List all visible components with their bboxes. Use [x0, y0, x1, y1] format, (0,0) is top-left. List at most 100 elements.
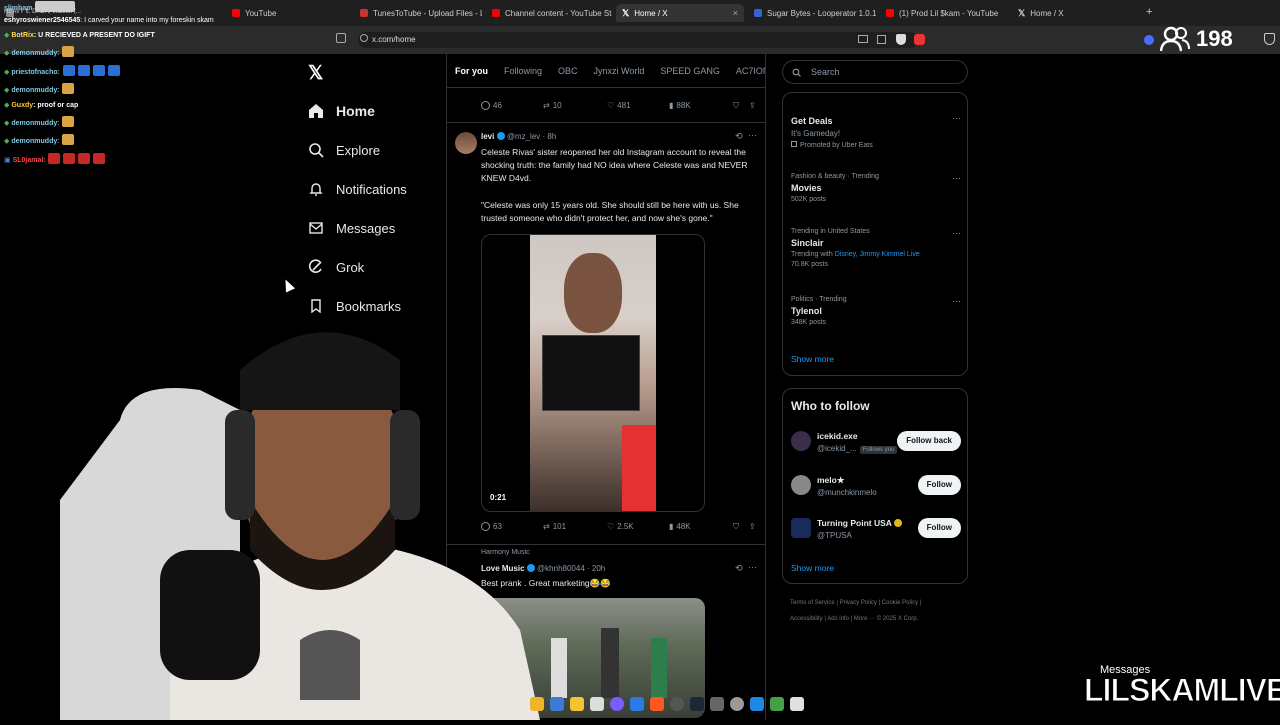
more-icon[interactable]: ··· — [952, 173, 961, 183]
app-icon[interactable] — [590, 697, 604, 711]
app-icon[interactable] — [750, 697, 764, 711]
bookmark-button[interactable]: ⛉ — [733, 522, 739, 532]
tab-label: (1) Prod Lil $kam - YouTube — [899, 8, 999, 18]
tab-jynxzi-world[interactable]: Jynxzi World — [586, 66, 653, 76]
app-icon[interactable] — [710, 697, 724, 711]
trend-item[interactable]: Fashion & beauty · Trending Movies 502K … — [791, 173, 961, 203]
more-icon[interactable]: ··· — [952, 113, 961, 123]
nav-grok[interactable]: Grok — [308, 259, 364, 275]
site-info-icon[interactable] — [360, 34, 368, 42]
follow-suggestion[interactable]: Turning Point USA @TPUSA Follow — [791, 518, 961, 548]
browser-tab[interactable]: TunesToTube - Upload Files - Logge... — [354, 4, 482, 22]
footer-links[interactable]: Accessibility | Ads info | More ··· © 20… — [790, 616, 918, 622]
tab-obc[interactable]: OBC — [550, 66, 586, 76]
share-button[interactable]: ⇪ — [749, 101, 756, 110]
browser-tab[interactable]: (1) Prod Lil $kam - YouTube — [880, 4, 1008, 22]
url-field[interactable]: x.com/home — [358, 32, 918, 48]
show-more-link[interactable]: Show more — [791, 563, 834, 573]
tab-speed-gang[interactable]: SPEED GANG — [652, 66, 728, 76]
app-icon[interactable] — [670, 697, 684, 711]
avatar[interactable] — [455, 132, 477, 154]
profile-icon[interactable] — [1144, 35, 1154, 45]
grok-icon[interactable]: ⟲ — [735, 563, 743, 574]
tab-following[interactable]: Following — [496, 66, 550, 76]
tab-label: Home / X — [634, 8, 668, 18]
app-icon[interactable] — [730, 697, 744, 711]
grok-icon[interactable]: ⟲ — [735, 131, 743, 142]
views-button[interactable]: ▮ 48K — [669, 522, 691, 531]
extension-icon[interactable] — [914, 34, 925, 45]
more-icon[interactable]: ··· — [748, 130, 757, 140]
views-button[interactable]: ▮ 88K — [669, 101, 691, 110]
follow-suggestion[interactable]: melo★ @munchkinmelo Follow — [791, 475, 961, 505]
mouse-cursor-icon — [280, 277, 296, 293]
app-icon[interactable] — [630, 697, 644, 711]
shield-outline-icon[interactable] — [1264, 33, 1275, 45]
trend-item[interactable]: Trending in United States Sinclair Trend… — [791, 228, 961, 268]
nav-messages[interactable]: Messages — [308, 220, 395, 236]
folder-icon[interactable] — [570, 697, 584, 711]
bookmark-icon[interactable] — [336, 33, 346, 43]
footer-links[interactable]: Terms of Service | Privacy Policy | Cook… — [790, 600, 921, 606]
share-icon[interactable] — [877, 35, 886, 44]
grok-icon — [308, 259, 322, 273]
app-icon[interactable] — [550, 697, 564, 711]
youtube-studio-icon — [492, 9, 500, 17]
nav-home[interactable]: Home — [308, 103, 375, 119]
more-icon[interactable]: ··· — [952, 296, 961, 306]
tab-close-icon[interactable]: × — [733, 8, 738, 18]
reply-button[interactable]: 46 — [481, 101, 502, 110]
app-icon[interactable] — [790, 697, 804, 711]
chat-text: : — [43, 157, 46, 164]
nav-explore[interactable]: Explore — [308, 142, 380, 158]
bookmark-button[interactable]: ⛉ — [733, 101, 739, 111]
follow-name[interactable]: icekid.exe — [817, 431, 858, 441]
search-input[interactable]: Search — [782, 60, 968, 84]
app-icon[interactable] — [770, 697, 784, 711]
trend-with-link[interactable]: Disney, Jimmy Kimmel Live — [835, 251, 920, 258]
like-button[interactable]: ♡ 2.5K — [607, 522, 634, 531]
avatar[interactable] — [791, 475, 811, 495]
browser-tab[interactable]: Sugar Bytes - Looperator 1.0.1 R2 W... — [748, 4, 876, 22]
x-logo-icon[interactable]: 𝕏 — [308, 62, 323, 85]
more-icon[interactable]: ··· — [748, 562, 757, 572]
repost-button[interactable]: ⇄ 10 — [543, 101, 562, 110]
headphone-right — [390, 410, 420, 520]
more-icon[interactable]: ··· — [952, 228, 961, 238]
chat-username: demonmuddy — [11, 138, 58, 145]
author-handle[interactable]: @khnh80044 · 20h — [537, 564, 605, 573]
who-to-follow-box: Who to follow icekid.exe @icekid_... Foll… — [782, 388, 968, 584]
like-button[interactable]: ♡ 481 — [607, 101, 631, 110]
cast-icon[interactable] — [858, 35, 868, 43]
app-icon[interactable] — [530, 697, 544, 711]
browser-tab[interactable]: YouTube — [226, 4, 336, 22]
tab-for-you[interactable]: For you — [447, 66, 496, 76]
follow-suggestion[interactable]: icekid.exe @icekid_... Follows you Follow… — [791, 431, 961, 461]
new-tab-button[interactable]: + — [1146, 6, 1152, 18]
avatar[interactable] — [791, 431, 811, 451]
follow-name[interactable]: Turning Point USA — [817, 518, 902, 528]
repost-button[interactable]: ⇄ 101 — [543, 522, 566, 531]
avatar[interactable] — [791, 518, 811, 538]
browser-tab[interactable]: Channel content - YouTube Studio — [486, 4, 612, 22]
share-button[interactable]: ⇪ — [749, 522, 756, 531]
tab-ac7ionhou[interactable]: AC7IONHOU — [728, 66, 765, 76]
steam-icon[interactable] — [690, 697, 704, 711]
address-bar: x.com/home — [0, 26, 1280, 54]
follow-name[interactable]: melo★ — [817, 475, 844, 486]
who-to-follow-title: Who to follow — [791, 399, 870, 413]
follow-back-button[interactable]: Follow back — [897, 431, 961, 451]
browser-tab[interactable]: 𝕏 Home / X — [1012, 4, 1140, 22]
follow-button[interactable]: Follow — [917, 475, 961, 495]
brave-icon[interactable] — [650, 697, 664, 711]
browser-tab-active[interactable]: 𝕏 Home / X × — [616, 4, 744, 22]
author-name[interactable]: levi — [481, 132, 494, 141]
trend-item[interactable]: Politics · Trending Tylenol 348K posts ·… — [791, 296, 961, 326]
author-handle[interactable]: @mz_lev · 8h — [507, 132, 556, 141]
follow-button[interactable]: Follow — [917, 518, 961, 538]
show-more-link[interactable]: Show more — [791, 354, 834, 364]
nav-notifications[interactable]: Notifications — [308, 181, 407, 197]
shield-icon[interactable] — [896, 34, 906, 45]
discord-icon[interactable] — [610, 697, 624, 711]
trend-item[interactable]: Get Deals It's Gameday! Promoted by Uber… — [791, 113, 961, 149]
